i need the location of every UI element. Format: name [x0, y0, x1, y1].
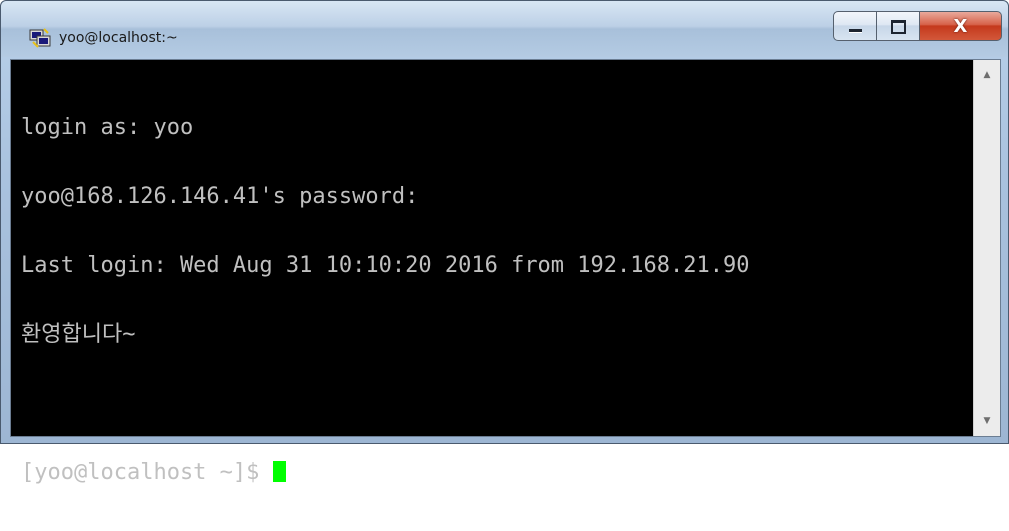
minimize-icon [849, 29, 862, 32]
terminal-line-prompt[interactable]: [yoo@localhost ~]$ [21, 461, 973, 484]
maximize-button[interactable] [877, 11, 920, 41]
putty-icon[interactable] [29, 27, 51, 49]
terminal-line-last-login: Last login: Wed Aug 31 10:10:20 2016 fro… [21, 253, 750, 278]
terminal-output[interactable]: login as: yoo yoo@168.126.146.41's passw… [11, 60, 973, 484]
caption-buttons: X [833, 11, 1002, 43]
terminal-frame: login as: yoo yoo@168.126.146.41's passw… [10, 59, 1001, 484]
scroll-up-arrow-icon[interactable]: ▲ [974, 64, 1000, 86]
terminal-cursor [272, 461, 286, 482]
terminal-line-password-prompt: yoo@168.126.146.41's password: [21, 184, 419, 209]
vertical-scrollbar[interactable]: ▲ ▼ [973, 60, 1000, 436]
shell-prompt: [yoo@localhost ~]$ [21, 460, 273, 485]
terminal-line-login: login as: yoo [21, 115, 194, 140]
minimize-button[interactable] [833, 11, 877, 41]
close-icon: X [953, 15, 968, 37]
title-bar[interactable]: yoo@localhost:~ X [1, 1, 1008, 57]
window-title: yoo@localhost:~ [59, 30, 178, 46]
scroll-down-arrow-icon[interactable]: ▼ [974, 410, 1000, 432]
maximize-icon [891, 20, 906, 34]
terminal-window: yoo@localhost:~ X login as: yoo yoo@168.… [0, 0, 1009, 484]
terminal-line-welcome: 환영합니다~ [21, 322, 136, 347]
close-button[interactable]: X [920, 11, 1002, 41]
